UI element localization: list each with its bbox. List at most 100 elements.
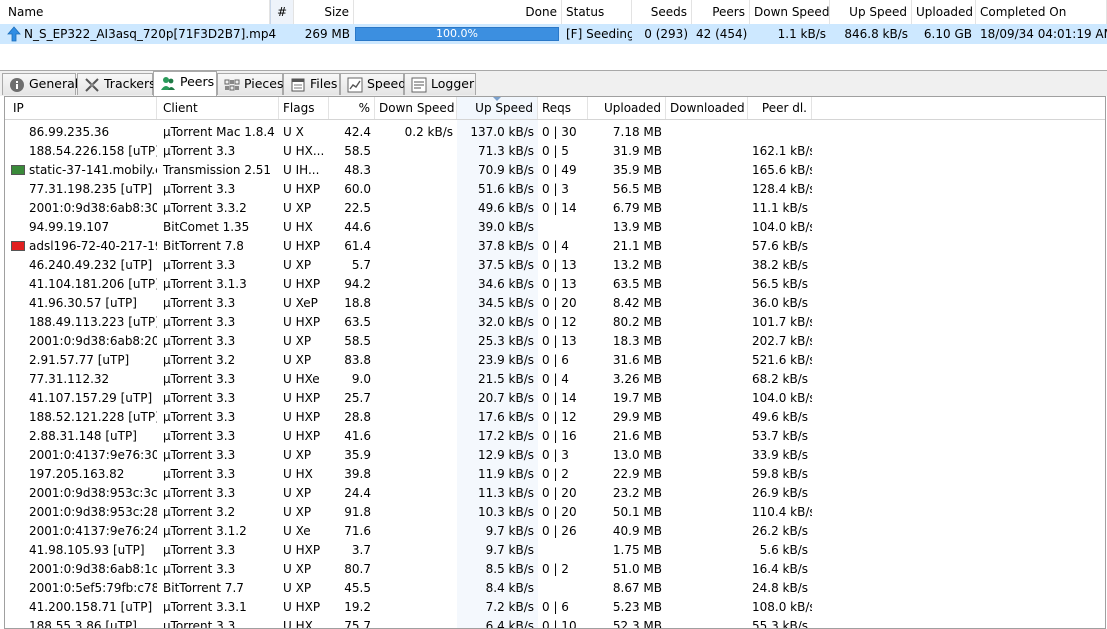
peer-flags: U Xe — [283, 524, 311, 538]
peer-downloaded — [666, 579, 748, 598]
peer-row[interactable]: 188.49.113.223 [uTP] µTorrent 3.3 U HXP 63.… — [5, 313, 1105, 332]
peer-downloaded — [666, 142, 748, 161]
peer-ip: 2001:0:4137:9e76:303a:... — [29, 448, 157, 462]
peer-row[interactable]: 188.52.121.228 [uTP] µTorrent 3.3 U HXP 28.… — [5, 408, 1105, 427]
peer-col-uploaded-header[interactable]: Uploaded — [588, 97, 666, 119]
peer-row[interactable]: 2001:0:9d38:953c:2818:... µTorrent 3.2 U X… — [5, 503, 1105, 522]
peer-pct: 5.7 — [351, 258, 371, 272]
peer-uploaded: 5.23 MB — [612, 600, 662, 614]
col-uploaded-header[interactable]: Uploaded — [912, 0, 976, 24]
tab-peers[interactable]: Peers — [153, 71, 217, 96]
col-upspeed-header[interactable]: Up Speed — [830, 0, 912, 24]
col-seeds-header[interactable]: Seeds — [632, 0, 692, 24]
peer-col-percent-header[interactable]: % — [329, 97, 375, 119]
torrent-status: [F] Seeding — [566, 27, 632, 41]
col-num-header[interactable]: # — [270, 0, 294, 24]
peer-row[interactable]: 46.240.49.232 [uTP] µTorrent 3.3 U XP 5.7 37… — [5, 256, 1105, 275]
peer-row[interactable]: 77.31.112.32 µTorrent 3.3 U HXe 9.0 21.5 kB/… — [5, 370, 1105, 389]
peer-row[interactable]: 86.99.235.36 µTorrent Mac 1.8.4 U X 42.4 0.2… — [5, 123, 1105, 142]
peer-col-upspeed-header[interactable]: Up Speed — [457, 97, 538, 119]
peer-col-peerdl-header[interactable]: Peer dl. — [748, 97, 812, 119]
tab-general[interactable]: General — [2, 73, 78, 95]
peer-down — [375, 617, 457, 628]
peer-uploaded: 50.1 MB — [612, 505, 662, 519]
peer-down — [375, 560, 457, 579]
peer-down — [375, 408, 457, 427]
peer-row[interactable]: 188.55.3.86 [uTP] µTorrent 3.3 U HX 75.7 6.4… — [5, 617, 1105, 628]
peer-reqs: 0 | 12 — [542, 315, 577, 329]
peer-row[interactable]: 41.98.105.93 [uTP] µTorrent 3.3 U HXP 3.7 9.… — [5, 541, 1105, 560]
peer-up: 8.4 kB/s — [485, 581, 534, 595]
peer-col-ip-header[interactable]: IP — [5, 97, 157, 119]
peer-col-flags-header[interactable]: Flags — [279, 97, 329, 119]
peer-flags: U XP — [283, 258, 312, 272]
peer-row[interactable]: 2001:0:9d38:6ab8:3018... µTorrent 3.3.2 U … — [5, 199, 1105, 218]
col-size-header[interactable]: Size — [294, 0, 354, 24]
peer-uploaded: 8.42 MB — [612, 296, 662, 310]
peer-client: BitComet 1.35 — [163, 220, 250, 234]
tab-pieces[interactable]: Pieces — [217, 73, 284, 95]
peer-client: Transmission 2.51 — [163, 163, 272, 177]
peer-reqs: 0 | 4 — [542, 239, 569, 253]
peer-reqs — [538, 541, 588, 560]
tab-trackers[interactable]: Trackers — [77, 73, 156, 95]
peer-row[interactable]: 2001:0:9d38:953c:3cb4... µTorrent 3.3 U XP… — [5, 484, 1105, 503]
col-peers-header[interactable]: Peers — [692, 0, 750, 24]
peer-uploaded: 31.6 MB — [612, 353, 662, 367]
peer-row[interactable]: 41.96.30.57 [uTP] µTorrent 3.3 U XeP 18.8 34… — [5, 294, 1105, 313]
peer-ip: 2001:0:9d38:6ab8:3018... — [29, 201, 157, 215]
peer-downloaded — [666, 237, 748, 256]
peer-client: µTorrent 3.3 — [163, 372, 236, 386]
tab-files[interactable]: Files — [283, 73, 340, 95]
speed-icon — [347, 77, 363, 93]
peer-col-downspeed-header[interactable]: Down Speed — [375, 97, 457, 119]
peer-downloaded — [666, 218, 748, 237]
peer-flags: U XP — [283, 486, 312, 500]
peer-peer_dl: 33.9 kB/s — [752, 448, 809, 462]
trackers-icon — [85, 78, 99, 92]
peer-ip: 41.200.158.71 [uTP] — [29, 600, 153, 614]
peer-row[interactable]: 2001:0:9d38:6ab8:20dd... µTorrent 3.3 U XP… — [5, 332, 1105, 351]
peer-row[interactable]: 2.91.57.77 [uTP] µTorrent 3.2 U XP 83.8 23.9… — [5, 351, 1105, 370]
col-downspeed-header[interactable]: Down Speed — [750, 0, 830, 24]
peer-downloaded — [666, 446, 748, 465]
peer-client: µTorrent Mac 1.8.4 — [163, 125, 275, 139]
peer-pct: 45.5 — [344, 581, 371, 595]
peer-row[interactable]: adsl196-72-40-217-19... BitTorrent 7.8 U H… — [5, 237, 1105, 256]
tab-speed[interactable]: Speed — [340, 73, 406, 95]
peer-down — [375, 503, 457, 522]
peer-row[interactable]: 41.104.181.206 [uTP] µTorrent 3.1.3 U HXP 9… — [5, 275, 1105, 294]
peer-row[interactable]: 41.200.158.71 [uTP] µTorrent 3.3.1 U HXP 19… — [5, 598, 1105, 617]
col-name-header[interactable]: Name — [0, 0, 270, 24]
detail-tabs: General Trackers Peers Pieces Files Spee… — [0, 71, 1107, 96]
peer-row[interactable]: 197.205.163.82 µTorrent 3.3 U HX 39.8 11.9 k… — [5, 465, 1105, 484]
peer-row[interactable]: 2001:0:4137:9e76:303a:... µTorrent 3.3 U X… — [5, 446, 1105, 465]
peer-row[interactable]: 188.54.226.158 [uTP] µTorrent 3.3 U HX... 5… — [5, 142, 1105, 161]
peer-row[interactable]: 2001:0:9d38:6ab8:1c27... µTorrent 3.3 U XP… — [5, 560, 1105, 579]
peer-row[interactable]: 77.31.198.235 [uTP] µTorrent 3.3 U HXP 60.0… — [5, 180, 1105, 199]
peer-downloaded — [666, 617, 748, 628]
peer-col-downloaded-header[interactable]: Downloaded — [666, 97, 748, 119]
peer-col-client-header[interactable]: Client — [157, 97, 279, 119]
torrent-row[interactable]: N_S_EP322_AI3asq_720p[71F3D2B7].mp4 269 … — [0, 24, 1107, 44]
peer-peer_dl: 59.8 kB/s — [752, 467, 809, 481]
peer-col-reqs-header[interactable]: Reqs — [538, 97, 588, 119]
peer-downloaded — [666, 541, 748, 560]
peer-row[interactable]: static-37-141.mobily.c... Transmission 2.… — [5, 161, 1105, 180]
peer-pct: 60.0 — [344, 182, 371, 196]
peer-downloaded — [666, 598, 748, 617]
peer-down — [375, 275, 457, 294]
peer-row[interactable]: 94.99.19.107 BitComet 1.35 U HX 44.6 39.0 kB… — [5, 218, 1105, 237]
col-completed-header[interactable]: Completed On — [976, 0, 1107, 24]
peer-row[interactable]: 2001:0:5ef5:79fb:c78:af... BitTorrent 7.7… — [5, 579, 1105, 598]
peer-row[interactable]: 2.88.31.148 [uTP] µTorrent 3.3 U HXP 41.6 17… — [5, 427, 1105, 446]
peer-row[interactable]: 41.107.157.29 [uTP] µTorrent 3.3 U HXP 25.7… — [5, 389, 1105, 408]
col-done-header[interactable]: Done — [354, 0, 562, 24]
peer-pct: 24.4 — [344, 486, 371, 500]
peer-pct: 58.5 — [344, 334, 371, 348]
tab-logger[interactable]: Logger — [404, 73, 476, 95]
peer-row[interactable]: 2001:0:4137:9e76:242c:... µTorrent 3.1.2 U… — [5, 522, 1105, 541]
peer-peer_dl: 53.7 kB/s — [752, 429, 809, 443]
peer-client: µTorrent 3.3 — [163, 410, 236, 424]
col-status-header[interactable]: Status — [562, 0, 632, 24]
